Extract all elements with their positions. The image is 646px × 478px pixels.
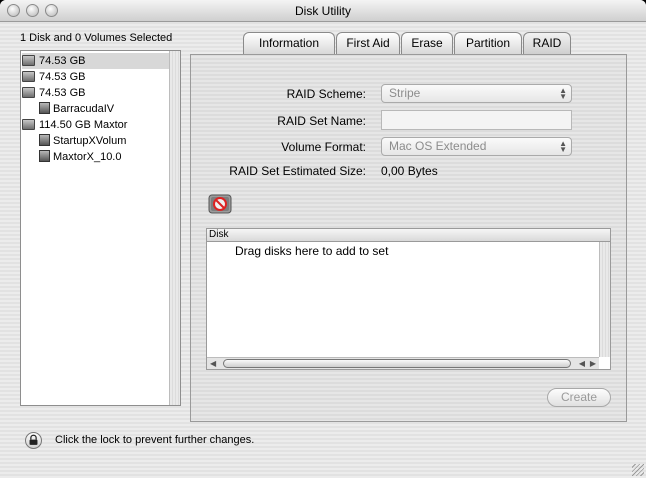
- disk-list-scrollbar[interactable]: [169, 51, 180, 405]
- scroll-right-icon[interactable]: ▶: [590, 359, 596, 368]
- tab-raid[interactable]: RAID: [523, 32, 571, 54]
- create-button[interactable]: Create: [547, 388, 611, 407]
- disk-item-label: 74.53 GB: [39, 55, 86, 67]
- volume-format-value: Mac OS Extended: [389, 139, 487, 153]
- tab-erase[interactable]: Erase: [401, 32, 453, 54]
- resize-grip-icon[interactable]: [632, 464, 644, 476]
- raid-scheme-value: Stripe: [389, 86, 421, 100]
- raid-scheme-popup[interactable]: Stripe ▲ ▼: [381, 84, 572, 103]
- volume-item-3[interactable]: BarracudaIV: [39, 101, 114, 117]
- volume-format-popup[interactable]: Mac OS Extended ▲ ▼: [381, 137, 572, 156]
- disk-item-label: 74.53 GB: [39, 87, 86, 99]
- disk-item-1[interactable]: 74.53 GB: [22, 69, 85, 85]
- column-header-disk[interactable]: Disk: [207, 229, 610, 242]
- disk-list[interactable]: 74.53 GB 74.53 GB 74.53 GB BarracudaIV 1…: [20, 50, 181, 406]
- volume-item-label: MaxtorX_10.0: [53, 151, 122, 163]
- disk-item-4[interactable]: 114.50 GB Maxtor: [22, 117, 127, 133]
- scroll-thumb[interactable]: [223, 359, 571, 368]
- hard-disk-icon: [22, 87, 35, 98]
- lock-icon: [29, 434, 38, 445]
- hard-disk-icon: [22, 71, 35, 82]
- disk-item-label: 114.50 GB Maxtor: [39, 119, 128, 131]
- volume-format-label: Volume Format:: [281, 140, 366, 154]
- table-vertical-scrollbar[interactable]: [599, 242, 610, 357]
- estimated-size-label: RAID Set Estimated Size:: [229, 164, 366, 178]
- tab-partition[interactable]: Partition: [454, 32, 522, 54]
- volume-item-label: StartupXVolum: [53, 135, 127, 147]
- disk-utility-window: Disk Utility 1 Disk and 0 Volumes Select…: [0, 0, 646, 478]
- title-bar[interactable]: Disk Utility: [0, 0, 646, 22]
- raid-scheme-label: RAID Scheme:: [286, 87, 366, 101]
- raid-set-name-field[interactable]: [381, 110, 572, 130]
- tab-information[interactable]: Information: [243, 32, 335, 54]
- lock-button[interactable]: [25, 432, 42, 449]
- drop-placeholder: Drag disks here to add to set: [235, 244, 389, 258]
- hard-disk-icon: [22, 55, 35, 66]
- volume-item-6[interactable]: MaxtorX_10.0: [39, 149, 121, 165]
- volume-item-label: BarracudaIV: [53, 103, 115, 115]
- scroll-left-icon[interactable]: ◀: [210, 359, 216, 368]
- disk-item-0[interactable]: 74.53 GB: [22, 53, 169, 69]
- volume-icon: [39, 150, 50, 162]
- window-title: Disk Utility: [295, 4, 351, 18]
- raid-set-name-label: RAID Set Name:: [277, 114, 366, 128]
- raid-disk-table[interactable]: Disk Drag disks here to add to set ◀ ◀ ▶: [206, 228, 611, 370]
- scroll-left-icon[interactable]: ◀: [579, 359, 585, 368]
- hard-disk-icon: [22, 119, 35, 130]
- raid-disk-icon[interactable]: [208, 192, 232, 216]
- popup-arrows-icon: ▲ ▼: [559, 86, 567, 101]
- estimated-size-value: 0,00 Bytes: [381, 164, 438, 178]
- tab-first-aid[interactable]: First Aid: [336, 32, 400, 54]
- table-horizontal-scrollbar[interactable]: ◀ ◀ ▶: [207, 357, 599, 369]
- lock-message: Click the lock to prevent further change…: [55, 434, 255, 446]
- volume-icon: [39, 134, 50, 146]
- disk-item-2[interactable]: 74.53 GB: [22, 85, 85, 101]
- volume-icon: [39, 102, 50, 114]
- selection-summary: 1 Disk and 0 Volumes Selected: [20, 32, 173, 44]
- volume-item-5[interactable]: StartupXVolum: [39, 133, 126, 149]
- popup-arrows-icon: ▲ ▼: [559, 139, 567, 154]
- disk-item-label: 74.53 GB: [39, 71, 86, 83]
